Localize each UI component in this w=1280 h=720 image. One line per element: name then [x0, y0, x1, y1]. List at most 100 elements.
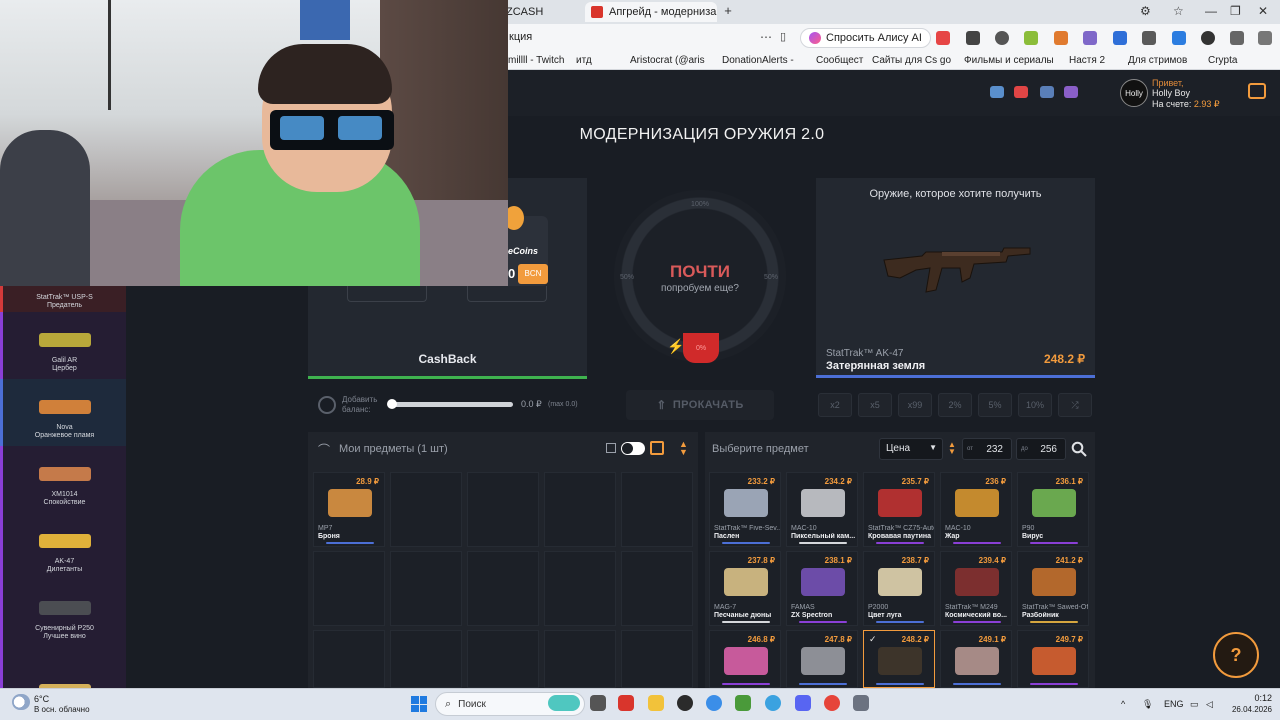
- extension-icon[interactable]: [1054, 31, 1068, 45]
- sort-select[interactable]: Цена ▼: [879, 438, 943, 460]
- yandex-browser-icon[interactable]: [618, 695, 634, 711]
- bookmark-star-icon[interactable]: ☆: [1173, 4, 1184, 18]
- view-toggle[interactable]: [621, 442, 645, 455]
- multiplier-x99-button[interactable]: x99: [898, 393, 932, 417]
- feed-item[interactable]: Galil AR Цербер: [0, 312, 126, 379]
- translate-icon[interactable]: [1230, 31, 1244, 45]
- telegram-icon[interactable]: [990, 86, 1004, 98]
- chance-2-button[interactable]: 2%: [938, 393, 972, 417]
- item-card[interactable]: 237.8 ₽ MAG-7 Песчаные дюны: [709, 551, 781, 626]
- item-card[interactable]: 248.2 ₽ ✓: [863, 630, 935, 688]
- item-card[interactable]: 236.1 ₽ P90 Вирус: [1017, 472, 1089, 547]
- new-tab-button[interactable]: +: [721, 4, 735, 18]
- game-app-icon[interactable]: [548, 695, 580, 711]
- close-window-button[interactable]: ✕: [1258, 4, 1268, 18]
- bookmark-item[interactable]: итд: [576, 55, 592, 66]
- app-icon[interactable]: [735, 695, 751, 711]
- feed-item[interactable]: Nova Оранжевое пламя: [0, 379, 126, 446]
- item-card[interactable]: 234.2 ₽ MAC-10 Пиксельный кам...: [786, 472, 858, 547]
- feed-item[interactable]: XM1014 Спокойствие: [0, 446, 126, 513]
- extension-icon[interactable]: [1083, 31, 1097, 45]
- chrome-icon[interactable]: [824, 695, 840, 711]
- multiplier-x2-button[interactable]: x2: [818, 393, 852, 417]
- feed-item[interactable]: Сувенирный P250 Лучшее вино: [0, 580, 126, 647]
- bookmark-folder[interactable]: Сайты для Cs go: [872, 55, 951, 66]
- item-card[interactable]: 238.1 ₽ FAMAS ZX Spectron: [786, 551, 858, 626]
- item-card[interactable]: 241.2 ₽ StatTrak™ Sawed-Off Разбойник: [1017, 551, 1089, 626]
- feed-item[interactable]: [0, 647, 126, 688]
- extension-icon[interactable]: [1024, 31, 1038, 45]
- alice-ai-button[interactable]: Спросить Алису AI: [800, 28, 931, 48]
- extension-icon[interactable]: [936, 31, 950, 45]
- task-view-icon[interactable]: [590, 695, 606, 711]
- upgrade-button[interactable]: ⇑ ПРОКАЧАТЬ: [626, 390, 774, 420]
- bookmark-folder[interactable]: Фильмы и сериалы: [964, 55, 1054, 66]
- username[interactable]: Holly Boy: [1152, 88, 1190, 98]
- address-input[interactable]: кция: [509, 31, 532, 43]
- file-explorer-icon[interactable]: [648, 695, 664, 711]
- language-indicator[interactable]: ENG: [1164, 699, 1184, 709]
- multiplier-x5-button[interactable]: x5: [858, 393, 892, 417]
- bookmark-folder[interactable]: Crypta: [1208, 55, 1237, 66]
- shield-icon[interactable]: [1142, 31, 1156, 45]
- globe-icon[interactable]: [995, 31, 1009, 45]
- extension-icon[interactable]: [1113, 31, 1127, 45]
- price-from-input[interactable]: от 232: [962, 438, 1012, 460]
- item-card[interactable]: 236 ₽ MAC-10 Жар: [940, 472, 1012, 547]
- weather-desc[interactable]: В осн. облачно: [34, 705, 90, 714]
- sort-icon[interactable]: ▲ ▼: [679, 440, 688, 457]
- balance-slider[interactable]: [392, 402, 513, 407]
- tab-zcash[interactable]: ZCASH: [500, 2, 580, 22]
- bookmark-icon[interactable]: ▯: [780, 30, 786, 43]
- item-card[interactable]: 235.7 ₽ StatTrak™ CZ75-Auto Кровавая паути…: [863, 472, 935, 547]
- maximize-button[interactable]: ❐: [1230, 4, 1241, 18]
- discord-icon[interactable]: [795, 695, 811, 711]
- bookmark-item[interactable]: Aristocrat (@aris: [630, 55, 705, 66]
- item-card[interactable]: 246.8 ₽: [709, 630, 781, 688]
- minimize-button[interactable]: —: [1205, 4, 1217, 18]
- more-icon[interactable]: ⋯: [760, 30, 772, 44]
- search-icon[interactable]: [1071, 441, 1087, 457]
- support-chat-button[interactable]: ?: [1213, 632, 1259, 678]
- extension-icon[interactable]: [1172, 31, 1186, 45]
- bookmark-folder[interactable]: Для стримов: [1128, 55, 1187, 66]
- chance-5-button[interactable]: 5%: [978, 393, 1012, 417]
- twitch-icon[interactable]: [1064, 86, 1078, 98]
- network-icon[interactable]: ▭: [1190, 699, 1199, 710]
- item-card[interactable]: 238.7 ₽ P2000 Цвет луга: [863, 551, 935, 626]
- image-toggle-icon[interactable]: [606, 443, 616, 453]
- play-icon[interactable]: [1201, 31, 1215, 45]
- download-icon[interactable]: [1258, 31, 1272, 45]
- bookmark-item[interactable]: DonationAlerts -: [722, 55, 794, 66]
- bookmark-item[interactable]: millll - Twitch: [508, 55, 564, 66]
- item-card[interactable]: 28.9 ₽ MP7 Броня: [313, 472, 385, 547]
- chrome-icon[interactable]: [706, 695, 722, 711]
- item-card[interactable]: 233.2 ₽ StatTrak™ Five-Sev... Паслен: [709, 472, 781, 547]
- chance-10-button[interactable]: 10%: [1018, 393, 1052, 417]
- wallet-icon[interactable]: [1248, 83, 1266, 99]
- settings-icon[interactable]: [853, 695, 869, 711]
- extensions-icon[interactable]: ⚙: [1140, 4, 1151, 18]
- item-card[interactable]: 247.8 ₽: [786, 630, 858, 688]
- clock-date[interactable]: 26.04.2026: [1220, 705, 1272, 714]
- avatar[interactable]: Holly: [1120, 79, 1148, 107]
- item-card[interactable]: 249.1 ₽: [940, 630, 1012, 688]
- clock-time[interactable]: 0:12: [1228, 693, 1272, 703]
- tab-upgrade[interactable]: Апгрейд - модернизац ✕: [585, 2, 717, 22]
- feed-item[interactable]: StatTrak™ USP-S Предатель: [0, 286, 126, 312]
- item-card[interactable]: 249.7 ₽: [1017, 630, 1089, 688]
- item-card[interactable]: 239.4 ₽ StatTrak™ M249 Космический во...: [940, 551, 1012, 626]
- qr-icon[interactable]: [966, 31, 980, 45]
- bookmark-item[interactable]: Сообщест: [816, 55, 863, 66]
- feed-item[interactable]: AK-47 Дилетанты: [0, 513, 126, 580]
- sort-direction-icon[interactable]: ▲ ▼: [948, 441, 956, 456]
- telegram-icon[interactable]: [765, 695, 781, 711]
- grid-view-icon[interactable]: [650, 441, 664, 455]
- chevron-up-icon[interactable]: ^: [1121, 699, 1125, 709]
- windows-start-icon[interactable]: [411, 696, 427, 712]
- bookmark-folder[interactable]: Настя 2: [1069, 55, 1105, 66]
- price-to-input[interactable]: до 256: [1016, 438, 1066, 460]
- balance-slider-handle[interactable]: [387, 399, 397, 409]
- weather-temp[interactable]: 6°C: [34, 694, 49, 704]
- youtube-icon[interactable]: [1014, 86, 1028, 98]
